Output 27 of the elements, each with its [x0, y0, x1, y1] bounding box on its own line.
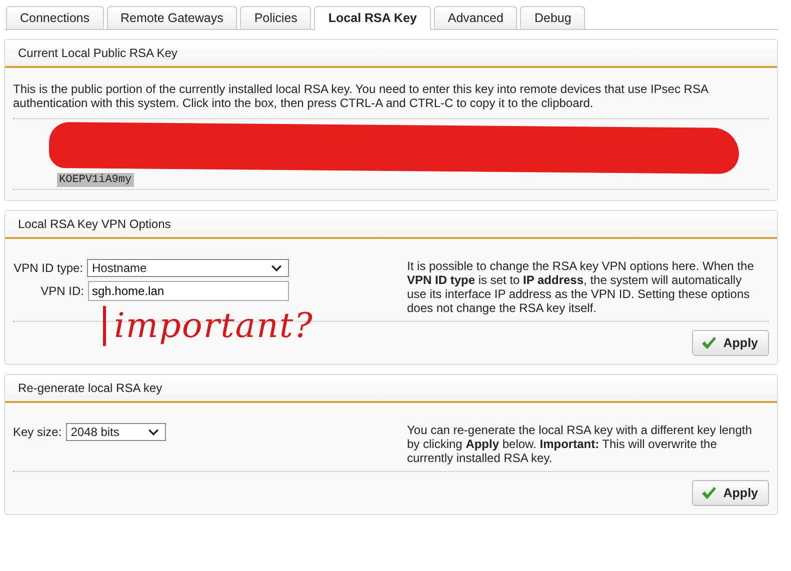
check-icon [701, 336, 718, 350]
description-text: This is the public portion of the currently installed local RSA key. You need to enter this key into remote devices that use IPsec RSA authentication with this system. Click into the box, then press CTRL-A and CTRL-C to copy it to the clipboard. [13, 82, 769, 119]
tab[interactable]: Connections [6, 6, 104, 29]
field-label: Key size: [13, 425, 62, 439]
apply-button[interactable]: Apply [692, 330, 769, 356]
key-text-box[interactable]: KOEPV1iA9my [13, 119, 769, 190]
tab[interactable]: Remote Gateways [106, 6, 238, 29]
panel-title: Re-generate local RSA key [5, 375, 777, 403]
text-field[interactable]: sgh.home.lan [88, 281, 289, 301]
dropdown[interactable]: Hostname [87, 259, 289, 277]
panel-title: Current Local Public RSA Key [5, 40, 777, 68]
panel-title: Local RSA Key VPN Options [5, 211, 777, 239]
apply-button[interactable]: Apply [692, 480, 769, 506]
chevron-icon [148, 428, 159, 436]
tab[interactable]: Local RSA Key [314, 6, 431, 30]
help-text: It is possible to change the RSA key VPN options here. When the VPN ID type is set to IP address, the system will automatically use its interface IP address as the VPN ID. Setting these options does not change the RSA key itself. [407, 259, 755, 315]
field-label: VPN ID type: [14, 261, 83, 275]
tab[interactable]: Debug [520, 6, 586, 29]
dropdown[interactable]: 2048 bits [66, 423, 166, 441]
help-text: You can re-generate the local RSA key with a different key length by clicking Apply below. Important: This will overwrite the currently installed RSA key. [407, 423, 753, 465]
handwritten-note: important? [103, 306, 314, 346]
selected-key-text: KOEPV1iA9my [57, 173, 134, 187]
chevron-icon [271, 264, 282, 272]
field-label: VPN ID: [40, 284, 84, 298]
tab[interactable]: Advanced [434, 6, 518, 29]
tab[interactable]: Policies [240, 6, 312, 29]
check-icon [701, 486, 718, 500]
